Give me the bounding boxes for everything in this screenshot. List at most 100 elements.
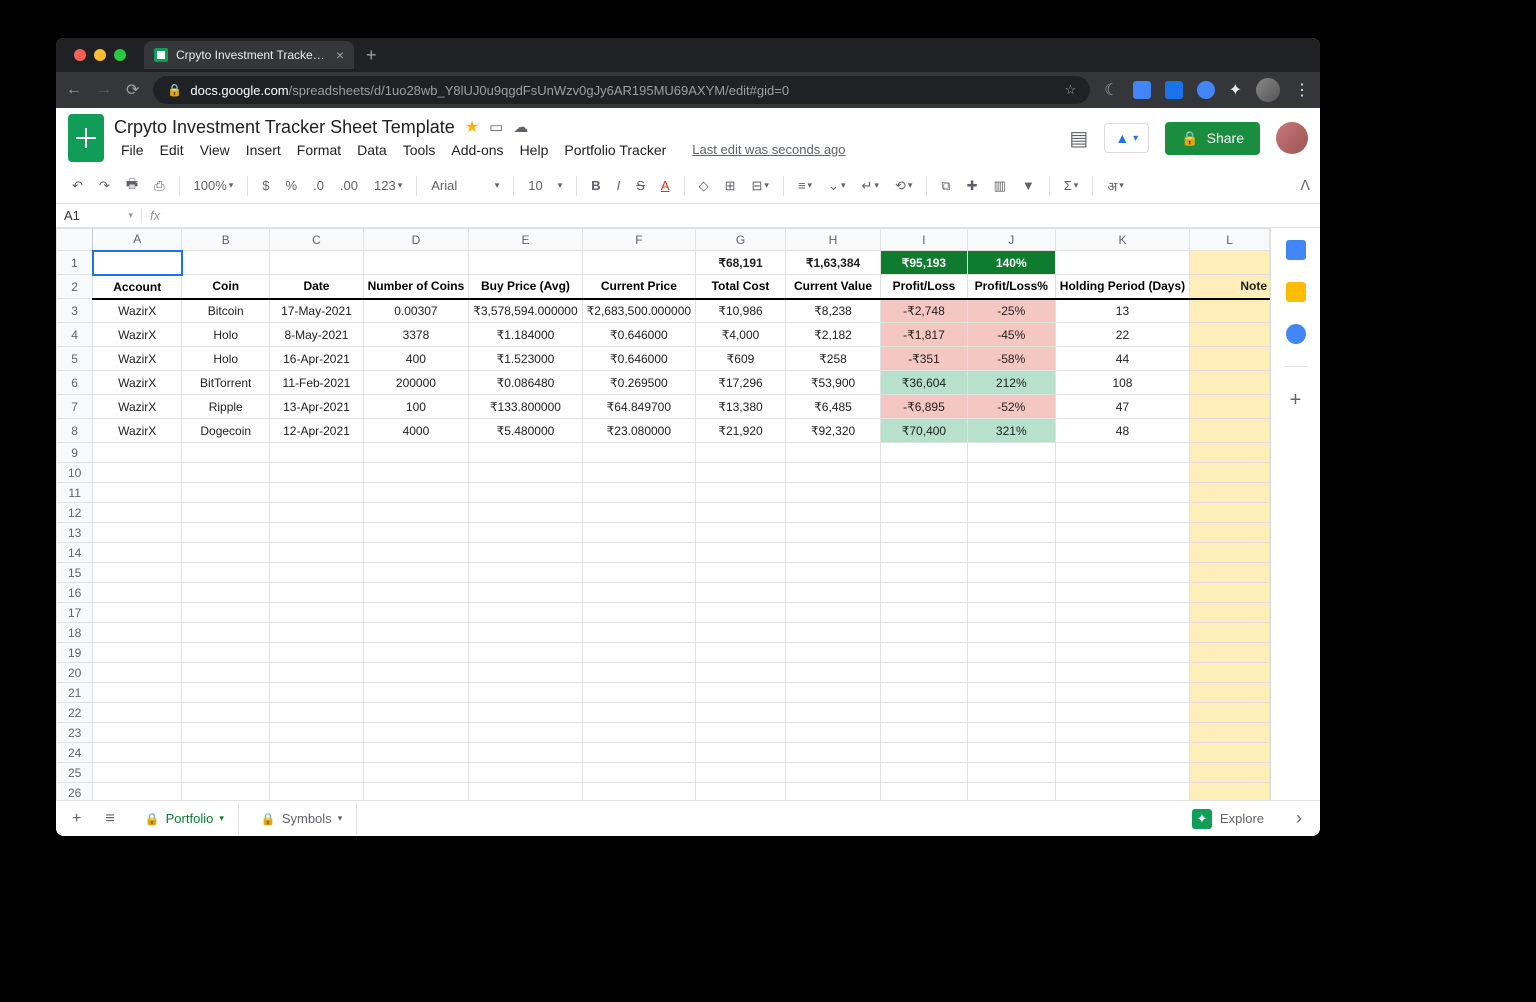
cell[interactable] — [696, 763, 786, 783]
cell[interactable] — [1190, 543, 1270, 563]
cell[interactable] — [182, 563, 270, 583]
cell[interactable]: ₹36,604 — [881, 371, 968, 395]
cell[interactable] — [363, 603, 469, 623]
cell[interactable] — [967, 563, 1055, 583]
cell[interactable]: 400 — [363, 347, 469, 371]
cell[interactable] — [93, 723, 182, 743]
cell[interactable] — [881, 723, 968, 743]
column-header-cell[interactable]: Current Value — [785, 275, 880, 299]
col-header[interactable]: I — [881, 229, 968, 251]
sheet-grid[interactable]: ABCDEFGHIJKL1₹68,191₹1,63,384₹95,193140%… — [56, 228, 1270, 800]
cell[interactable] — [582, 603, 695, 623]
cell[interactable] — [1055, 603, 1189, 623]
cell[interactable] — [785, 663, 880, 683]
cell[interactable] — [696, 483, 786, 503]
col-header[interactable]: H — [785, 229, 880, 251]
cell[interactable] — [270, 643, 363, 663]
currency-button[interactable]: $ — [256, 174, 275, 197]
cell[interactable] — [785, 523, 880, 543]
cell[interactable]: ₹0.086480 — [469, 371, 582, 395]
halign-button[interactable]: ≡ ▾ — [792, 174, 818, 197]
cell[interactable] — [785, 683, 880, 703]
cell[interactable] — [93, 503, 182, 523]
cell[interactable] — [881, 523, 968, 543]
column-header-cell[interactable]: Total Cost — [696, 275, 786, 299]
cell[interactable] — [182, 583, 270, 603]
extension-icon[interactable] — [1165, 81, 1183, 99]
cell[interactable]: 200000 — [363, 371, 469, 395]
cell[interactable] — [270, 663, 363, 683]
row-header[interactable]: 4 — [57, 323, 93, 347]
cell[interactable] — [785, 603, 880, 623]
comment-button[interactable]: ✚ — [961, 174, 984, 198]
cell[interactable] — [696, 463, 786, 483]
cell[interactable] — [1190, 371, 1270, 395]
cell[interactable]: 16-Apr-2021 — [270, 347, 363, 371]
cell[interactable] — [270, 683, 363, 703]
cell[interactable] — [270, 583, 363, 603]
menu-file[interactable]: File — [114, 140, 151, 160]
menu-insert[interactable]: Insert — [239, 140, 288, 160]
zoom-dropdown[interactable]: 100% ▾ — [188, 174, 240, 197]
cell[interactable] — [785, 763, 880, 783]
cell[interactable] — [93, 443, 182, 463]
col-header[interactable]: B — [182, 229, 270, 251]
column-header-cell[interactable]: Number of Coins — [363, 275, 469, 299]
cell[interactable] — [1055, 663, 1189, 683]
col-header[interactable]: D — [363, 229, 469, 251]
cell[interactable]: 0.00307 — [363, 299, 469, 323]
menu-format[interactable]: Format — [290, 140, 348, 160]
italic-button[interactable]: I — [611, 174, 627, 197]
cell[interactable] — [582, 723, 695, 743]
cell[interactable] — [93, 703, 182, 723]
cell[interactable] — [881, 603, 968, 623]
row-header[interactable]: 15 — [57, 563, 93, 583]
cell[interactable] — [270, 503, 363, 523]
cell[interactable] — [270, 463, 363, 483]
cell[interactable] — [696, 783, 786, 801]
cell[interactable] — [270, 443, 363, 463]
cell[interactable] — [1190, 299, 1270, 323]
url-field[interactable]: 🔒 docs.google.com/spreadsheets/d/1uo28wb… — [153, 76, 1090, 104]
link-button[interactable]: ⧉ — [935, 174, 956, 198]
menu-add-ons[interactable]: Add-ons — [444, 140, 510, 160]
cell[interactable] — [182, 543, 270, 563]
cell[interactable]: ₹64.849700 — [582, 395, 695, 419]
column-header-cell[interactable]: Account — [93, 275, 182, 299]
cell[interactable] — [182, 463, 270, 483]
cell[interactable] — [1190, 583, 1270, 603]
cell[interactable]: 108 — [1055, 371, 1189, 395]
new-tab-button[interactable]: + — [366, 45, 377, 66]
cell[interactable] — [270, 623, 363, 643]
cell[interactable] — [363, 663, 469, 683]
cell[interactable] — [1055, 643, 1189, 663]
input-tools-button[interactable]: अ ▾ — [1101, 173, 1129, 199]
cell[interactable] — [1055, 583, 1189, 603]
maximize-window[interactable] — [114, 49, 126, 61]
cell[interactable] — [363, 783, 469, 801]
cell[interactable] — [696, 723, 786, 743]
cell[interactable]: BitTorrent — [182, 371, 270, 395]
cell[interactable] — [93, 603, 182, 623]
cell[interactable]: ₹0.269500 — [582, 371, 695, 395]
cell[interactable] — [967, 523, 1055, 543]
cell[interactable] — [582, 743, 695, 763]
cell[interactable] — [1055, 763, 1189, 783]
cell[interactable] — [182, 443, 270, 463]
cell[interactable] — [967, 483, 1055, 503]
menu-view[interactable]: View — [193, 140, 237, 160]
cell[interactable] — [93, 763, 182, 783]
cell[interactable] — [1055, 443, 1189, 463]
col-header[interactable]: C — [270, 229, 363, 251]
cell[interactable]: 13 — [1055, 299, 1189, 323]
cell[interactable] — [363, 251, 469, 275]
cell[interactable] — [785, 543, 880, 563]
cell[interactable] — [881, 543, 968, 563]
col-header[interactable]: A — [93, 229, 182, 251]
cell[interactable]: -45% — [967, 323, 1055, 347]
cell[interactable]: WazirX — [93, 419, 182, 443]
moon-icon[interactable]: ☾ — [1104, 80, 1118, 100]
cell[interactable] — [182, 503, 270, 523]
cell[interactable] — [93, 663, 182, 683]
cell[interactable] — [582, 483, 695, 503]
